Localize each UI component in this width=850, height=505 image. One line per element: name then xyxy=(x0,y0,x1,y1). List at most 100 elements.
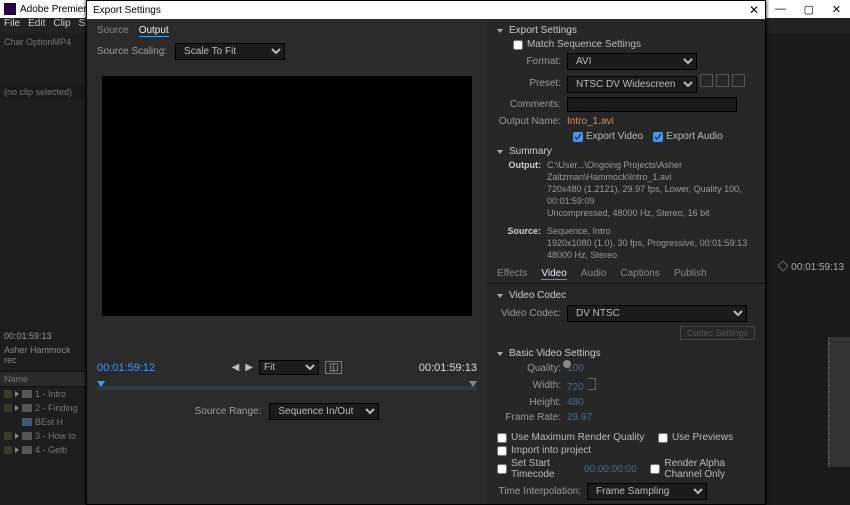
max-render-label: Use Maximum Render Quality xyxy=(511,432,644,443)
app-logo-icon xyxy=(4,3,16,15)
timeline-scrubber[interactable] xyxy=(97,379,477,397)
use-previews-label: Use Previews xyxy=(672,432,733,443)
source-range-label: Source Range: xyxy=(195,406,262,417)
format-select[interactable]: AVI xyxy=(567,53,697,70)
preset-select[interactable]: NTSC DV Widescreen xyxy=(567,76,697,93)
tab-publish[interactable]: Publish xyxy=(674,268,707,280)
maximize-icon[interactable]: ▢ xyxy=(804,3,814,16)
codec-settings-button: Codec Settings xyxy=(680,326,755,340)
import-project-label: Import into project xyxy=(511,445,591,456)
dialog-title: Export Settings xyxy=(93,5,161,16)
step-back-icon[interactable]: ◀ xyxy=(232,362,240,373)
export-dialog: Export Settings ✕ Source Output Source S… xyxy=(86,0,766,505)
max-render-checkbox[interactable] xyxy=(497,433,507,443)
menu-file[interactable]: File xyxy=(4,18,20,33)
framerate-value: 29.97 xyxy=(567,412,592,423)
timecode-in[interactable]: 00:01:59:12 xyxy=(97,362,155,374)
tab-output[interactable]: Output xyxy=(139,25,169,37)
scaling-label: Source Scaling: xyxy=(97,46,167,57)
bin-label: BEst H xyxy=(35,417,63,427)
panel-timecode: 00:01:59:13 xyxy=(0,329,86,343)
bin-label: 1 - Intro xyxy=(35,389,66,399)
zoom-select[interactable]: Fit xyxy=(259,360,319,375)
close-icon[interactable]: ✕ xyxy=(832,3,841,16)
interp-label: Time Interpolation: xyxy=(497,486,587,497)
bin-row[interactable]: 2 - Finding xyxy=(0,401,86,415)
tab-audio[interactable]: Audio xyxy=(581,268,607,280)
summary-output-v: C:\User...\Ongoing Projects\Asher Zaltzm… xyxy=(547,159,755,219)
width-value: 720 xyxy=(567,382,584,393)
tab-video[interactable]: Video xyxy=(541,268,566,280)
summary-output-k: Output: xyxy=(497,159,547,219)
bin-label: 4 - Getti xyxy=(35,445,67,455)
col-header-name: Name xyxy=(0,371,86,387)
output-name-link[interactable]: Intro_1.avi xyxy=(567,116,755,127)
export-video-label: Export Video xyxy=(586,131,643,142)
output-name-label: Output Name: xyxy=(497,116,567,127)
preview-view xyxy=(102,76,472,316)
no-clip-label: (no clip selected) xyxy=(0,85,86,99)
format-label: Format: xyxy=(497,56,567,67)
height-label: Height: xyxy=(497,397,567,408)
import-project-checkbox[interactable] xyxy=(497,446,507,456)
scaling-select[interactable]: Scale To Fit xyxy=(175,43,285,60)
sequence-timecode: 00:01:59:13 xyxy=(766,258,850,277)
link-icon[interactable] xyxy=(588,378,596,390)
alpha-label: Render Alpha Channel Only xyxy=(664,458,755,480)
window-controls: — ▢ ✕ xyxy=(766,0,850,18)
bin-label: 2 - Finding xyxy=(35,403,78,413)
tab-captions[interactable]: Captions xyxy=(620,268,659,280)
menu-edit[interactable]: Edit xyxy=(28,18,45,33)
left-panel: Char OptionMP4 (no clip selected) 00:01:… xyxy=(0,33,86,505)
bin-row[interactable]: BEst H xyxy=(0,415,86,429)
use-previews-checkbox[interactable] xyxy=(658,433,668,443)
minimize-icon[interactable]: — xyxy=(775,3,786,15)
codec-label: Video Codec: xyxy=(497,308,567,319)
bin-row[interactable]: 3 - How to xyxy=(0,429,86,443)
set-start-tc-label: Set Start Timecode xyxy=(511,458,573,480)
summary-source-v: Sequence, Intro 1920x1080 (1.0), 30 fps,… xyxy=(547,225,755,261)
settings-pane: Export Settings Match Sequence Settings … xyxy=(487,19,765,504)
tab-source[interactable]: Source xyxy=(97,25,129,37)
height-value: 480 xyxy=(567,397,584,408)
match-sequence-label: Match Sequence Settings xyxy=(527,39,641,50)
set-start-tc-checkbox[interactable] xyxy=(497,464,507,474)
timecode-out: 00:01:59:13 xyxy=(419,362,477,374)
width-label: Width: xyxy=(497,380,567,391)
menu-clip[interactable]: Clip xyxy=(53,18,70,33)
project-subtitle: Asher Hammock rec xyxy=(0,343,86,367)
interp-select[interactable]: Frame Sampling xyxy=(587,483,707,500)
dialog-close-icon[interactable]: ✕ xyxy=(749,3,759,17)
tab-effects[interactable]: Effects xyxy=(497,268,527,280)
crop-icon[interactable]: ◫ xyxy=(325,361,342,374)
step-fwd-icon[interactable]: ▶ xyxy=(245,362,253,373)
delete-preset-icon[interactable] xyxy=(732,74,745,87)
viewer-tab: Char OptionMP4 xyxy=(0,33,86,85)
bin-row[interactable]: 4 - Getti xyxy=(0,443,86,457)
basic-video-header: Basic Video Settings xyxy=(497,346,755,361)
video-codec-header: Video Codec xyxy=(497,288,755,303)
source-range-select[interactable]: Sequence In/Out xyxy=(269,403,379,420)
summary-header: Summary xyxy=(497,144,755,159)
bin-row[interactable]: 1 - Intro xyxy=(0,387,86,401)
start-tc-value: 00:00:00:00 xyxy=(584,464,637,475)
framerate-label: Frame Rate: xyxy=(497,412,567,423)
codec-select[interactable]: DV NTSC xyxy=(567,305,747,322)
quality-label: Quality: xyxy=(497,363,567,374)
export-settings-header: Export Settings xyxy=(497,23,755,38)
match-sequence-checkbox[interactable] xyxy=(513,40,523,50)
bin-label: 3 - How to xyxy=(35,431,76,441)
preview-pane: Source Output Source Scaling: Scale To F… xyxy=(87,19,487,504)
save-preset-icon[interactable] xyxy=(700,74,713,87)
import-preset-icon[interactable] xyxy=(716,74,729,87)
comments-input[interactable] xyxy=(567,97,737,112)
right-panel: 00:01:59:13 xyxy=(766,33,850,505)
comments-label: Comments: xyxy=(497,99,567,110)
preset-label: Preset: xyxy=(497,78,567,89)
export-audio-label: Export Audio xyxy=(666,131,723,142)
export-audio-checkbox[interactable] xyxy=(653,132,663,142)
summary-source-k: Source: xyxy=(497,225,547,261)
alpha-checkbox[interactable] xyxy=(650,464,660,474)
export-video-checkbox[interactable] xyxy=(573,132,583,142)
audio-meter xyxy=(766,337,850,467)
